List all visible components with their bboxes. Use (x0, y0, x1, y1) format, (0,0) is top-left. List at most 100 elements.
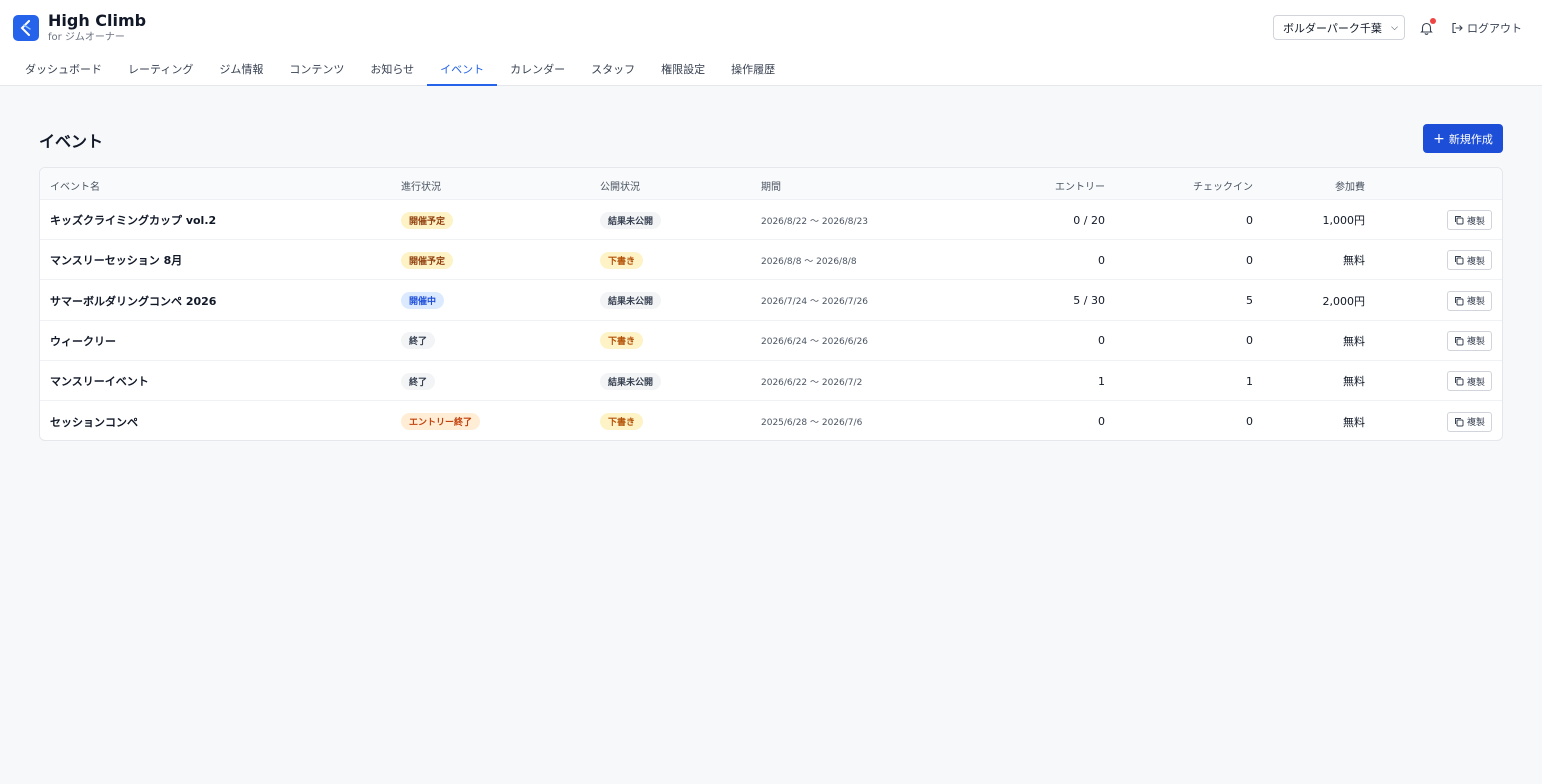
checkin-count: 0 (1246, 334, 1253, 348)
publish-badge: 下書き (600, 251, 644, 269)
main-nav: ダッシュボード レーティング ジム情報 コンテンツ お知らせ イベント カレンダ… (12, 56, 788, 86)
gym-select[interactable]: ボルダーパーク千葉 ⌵ (1273, 15, 1405, 40)
event-fee: 無料 (1343, 415, 1365, 429)
copy-icon (1454, 417, 1464, 426)
header-name: イベント名 (50, 182, 100, 193)
copy-button[interactable]: 複製 (1446, 290, 1492, 311)
copy-label: 複製 (1466, 216, 1485, 227)
copy-button[interactable]: 複製 (1446, 371, 1492, 392)
event-fee: 無料 (1343, 254, 1365, 268)
event-period: 2026/6/24 〜 2026/6/26 (761, 337, 869, 348)
table-row[interactable]: マンスリーセッション 8月 開催予定 下書き 2026/8/8 〜 2026/8/8 0… (40, 240, 1502, 281)
entry-count: 0 (1098, 253, 1105, 267)
event-fee: 無料 (1343, 375, 1365, 389)
publish-badge: 下書き (600, 413, 644, 430)
tab-gym-info[interactable]: ジム情報 (206, 56, 276, 86)
copy-label: 複製 (1466, 377, 1485, 388)
copy-icon (1454, 216, 1464, 225)
table-row[interactable]: キッズクライミングカップ vol.2 開催予定 結果未公開 2026/8/22 〜 2… (40, 200, 1502, 240)
new-event-label: 新規作成 (1448, 132, 1493, 146)
copy-button[interactable]: 複製 (1446, 330, 1492, 351)
event-period: 2026/8/22 〜 2026/8/23 (761, 216, 869, 227)
event-name[interactable]: マンスリーセッション 8月 (50, 240, 182, 280)
event-name[interactable]: マンスリーイベント (50, 361, 149, 401)
header-publish: 公開状況 (600, 182, 640, 193)
tab-calendar[interactable]: カレンダー (497, 56, 578, 86)
entry-count: 0 (1098, 334, 1105, 348)
copy-label: 複製 (1466, 418, 1485, 428)
logout-button[interactable]: ログアウト (1451, 20, 1522, 36)
copy-label: 複製 (1466, 256, 1485, 267)
copy-button[interactable]: 複製 (1446, 250, 1492, 271)
new-event-button[interactable]: + 新規作成 (1423, 124, 1503, 153)
event-period: 2025/6/28 〜 2026/7/6 (761, 418, 863, 428)
page-title: イベント (39, 132, 104, 151)
plus-icon: + (1433, 130, 1445, 147)
entry-count: 0 / 20 (1073, 213, 1105, 227)
brand[interactable]: High Climb for ジムオーナー (13, 11, 146, 44)
copy-label: 複製 (1466, 337, 1485, 348)
notification-button[interactable] (1418, 17, 1436, 36)
top-bar: High Climb for ジムオーナー ボルダーパーク千葉 ⌵ ログアウト … (0, 0, 1542, 86)
event-fee: 1,000円 (1322, 214, 1366, 227)
checkin-count: 0 (1246, 253, 1253, 267)
event-name[interactable]: サマーボルダリングコンペ 2026 (50, 281, 216, 321)
tab-contents[interactable]: コンテンツ (276, 56, 357, 86)
logout-icon (1452, 22, 1463, 33)
checkin-count: 5 (1246, 294, 1253, 308)
event-name[interactable]: キッズクライミングカップ vol.2 (50, 200, 216, 240)
progress-badge: エントリー終了 (401, 413, 481, 430)
table-row[interactable]: マンスリーイベント 終了 結果未公開 2026/6/22 〜 2026/7/2 1 1 無料… (40, 361, 1502, 402)
publish-badge: 結果未公開 (600, 372, 662, 390)
tab-history[interactable]: 操作履歴 (718, 56, 788, 86)
event-fee: 無料 (1343, 334, 1365, 348)
header-fee: 参加費 (1335, 182, 1365, 193)
table-header: イベント名 進行状況 公開状況 期間 エントリー チェックイン 参加費 (40, 168, 1502, 200)
tab-dashboard[interactable]: ダッシュボード (12, 56, 115, 86)
copy-button[interactable]: 複製 (1446, 411, 1492, 432)
tab-staff[interactable]: スタッフ (578, 56, 648, 86)
copy-button[interactable]: 複製 (1446, 210, 1492, 230)
event-name[interactable]: ウィークリー (50, 321, 116, 361)
publish-badge: 結果未公開 (600, 211, 662, 229)
tab-events[interactable]: イベント (427, 56, 498, 86)
copy-icon (1454, 256, 1464, 265)
table-row[interactable]: ウィークリー 終了 下書き 2026/6/24 〜 2026/6/26 0 0 無料 複製 (40, 321, 1502, 361)
copy-icon (1454, 377, 1464, 386)
progress-badge: 終了 (401, 332, 436, 350)
checkin-count: 1 (1246, 374, 1253, 388)
event-period: 2026/8/8 〜 2026/8/8 (761, 256, 857, 267)
publish-badge: 下書き (600, 332, 644, 350)
header-period: 期間 (761, 182, 781, 193)
tab-permissions[interactable]: 権限設定 (648, 56, 718, 86)
progress-badge: 開催中 (401, 292, 445, 310)
copy-label: 複製 (1466, 297, 1485, 308)
progress-badge: 開催予定 (401, 211, 454, 229)
gym-select-value: ボルダーパーク千葉 (1283, 21, 1382, 35)
header-entries: エントリー (1055, 182, 1105, 193)
logout-label: ログアウト (1467, 21, 1522, 35)
checkin-count: 0 (1246, 213, 1253, 227)
notification-dot (1430, 17, 1436, 24)
app-logo-icon (13, 14, 39, 41)
tab-news[interactable]: お知らせ (357, 56, 427, 86)
entry-count: 0 (1098, 415, 1105, 428)
chevron-down-icon: ⌵ (1391, 22, 1398, 33)
events-table: イベント名 進行状況 公開状況 期間 エントリー チェックイン 参加費 キッズク… (39, 167, 1503, 441)
progress-badge: 開催予定 (401, 251, 454, 269)
tab-rating[interactable]: レーティング (115, 56, 206, 86)
event-period: 2026/7/24 〜 2026/7/26 (761, 297, 869, 308)
copy-icon (1454, 296, 1464, 306)
checkin-count: 0 (1246, 415, 1253, 428)
event-name[interactable]: セッションコンペ (50, 402, 138, 441)
progress-badge: 終了 (401, 372, 436, 390)
table-row[interactable]: サマーボルダリングコンペ 2026 開催中 結果未公開 2026/7/24 〜 202… (40, 281, 1502, 321)
app-title: High Climb (48, 11, 147, 30)
entry-count: 1 (1098, 374, 1105, 388)
event-fee: 2,000円 (1322, 294, 1366, 308)
table-row[interactable]: セッションコンペ エントリー終了 下書き 2025/6/28 〜 2026/7/6 0 0… (40, 402, 1502, 441)
entry-count: 5 / 30 (1073, 294, 1105, 308)
copy-icon (1454, 336, 1464, 346)
event-period: 2026/6/22 〜 2026/7/2 (761, 377, 863, 388)
header-progress: 進行状況 (401, 182, 441, 193)
